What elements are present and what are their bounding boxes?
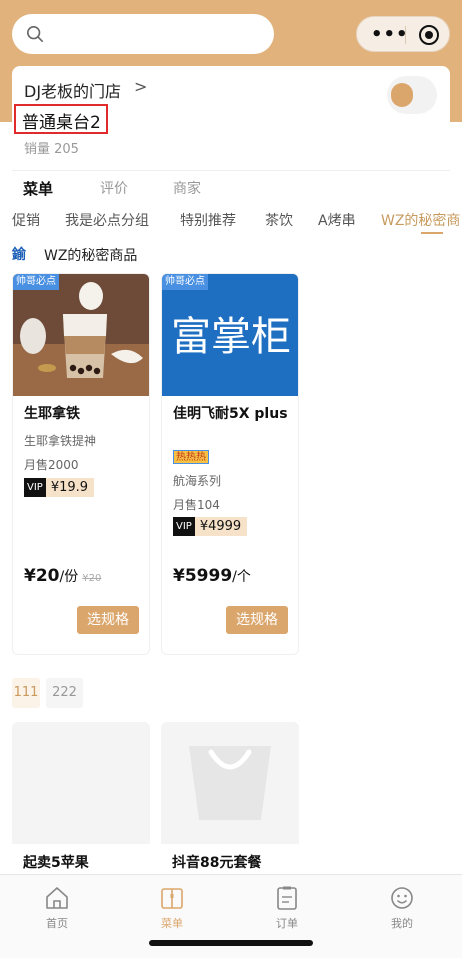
- product-tag: 帅哥必点: [13, 274, 59, 290]
- category-promo[interactable]: 促销: [12, 210, 40, 230]
- product-series: 航海系列: [173, 474, 222, 488]
- price-unit: /份: [59, 569, 79, 585]
- tabbar-profile[interactable]: 我的: [372, 885, 432, 935]
- table-name: 普通桌台2: [22, 113, 101, 133]
- select-spec-button[interactable]: 选规格: [226, 606, 288, 634]
- shopping-bag-icon: [161, 722, 299, 844]
- product-price: ¥20/份 ¥20: [24, 566, 101, 586]
- price-value: ¥20: [24, 566, 60, 586]
- home-indicator: [149, 940, 313, 946]
- product-image: 富掌柜: [162, 274, 298, 396]
- search-input[interactable]: [12, 14, 274, 54]
- tabbar-label: 菜单: [161, 917, 183, 930]
- product-card[interactable]: 帅哥必点 生耶拿铁 生耶拿铁提神 月售2000 VIP ¥19.9 ¥20/份 ¥…: [12, 273, 150, 655]
- product-card[interactable]: 起卖5苹果: [12, 722, 150, 874]
- tabbar-orders[interactable]: 订单: [257, 885, 317, 935]
- product-image-placeholder: [12, 722, 150, 844]
- shop-name[interactable]: DJ老板的门店: [24, 78, 121, 102]
- vip-price-value: ¥19.9: [45, 478, 95, 497]
- product-image-text: 富掌柜: [171, 314, 291, 360]
- category-special[interactable]: 特别推荐: [180, 210, 236, 230]
- menu-book-icon: [161, 888, 183, 909]
- hot-badge: 热热热: [173, 450, 209, 464]
- shop-info-card: DJ老板的门店 > 普通桌台2 销量 205: [12, 66, 450, 170]
- product-price: ¥5999/个: [173, 566, 251, 586]
- product-name: 佳明飞耐5X plus: [173, 406, 288, 422]
- vip-price: VIP ¥19.9: [24, 478, 95, 497]
- category-must-order[interactable]: 我是必点分组: [65, 210, 149, 230]
- toggle-knob: [391, 83, 413, 107]
- tabbar-home[interactable]: 首页: [27, 885, 87, 935]
- original-price: ¥20: [82, 573, 102, 584]
- product-card[interactable]: 抖音88元套餐: [161, 722, 299, 874]
- subcategory-222[interactable]: 222: [46, 678, 83, 708]
- category-tea[interactable]: 茶饮: [265, 210, 293, 230]
- vip-price: VIP ¥4999: [173, 517, 248, 536]
- tabbar-label: 订单: [276, 917, 298, 930]
- divider: [12, 170, 450, 171]
- chevron-right-icon[interactable]: >: [134, 77, 147, 96]
- price-value: ¥5999: [173, 566, 233, 586]
- search-icon: [26, 25, 44, 43]
- tab-reviews[interactable]: 评价: [100, 178, 128, 198]
- product-image: [13, 274, 149, 396]
- category-wz-secret[interactable]: WZ的秘密商: [381, 210, 460, 230]
- tab-menu[interactable]: 菜单: [23, 178, 53, 199]
- vip-price-value: ¥4999: [194, 517, 248, 536]
- tab-merchant[interactable]: 商家: [173, 178, 201, 198]
- section-title: WZ的秘密商品: [44, 248, 138, 264]
- vip-label: VIP: [173, 517, 195, 536]
- tabbar-label: 我的: [391, 917, 413, 930]
- product-tag: 帅哥必点: [162, 274, 208, 290]
- monthly-sales: 月售2000: [24, 458, 79, 472]
- monthly-sales: 月售104: [173, 498, 220, 512]
- subcategory-111[interactable]: 111: [12, 678, 40, 708]
- home-icon: [46, 887, 68, 909]
- smiley-icon: [391, 887, 413, 909]
- capsule-divider: [405, 26, 406, 44]
- order-list-icon: [277, 886, 297, 910]
- active-category-indicator: [421, 232, 443, 234]
- category-bbq[interactable]: A烤串: [318, 210, 356, 230]
- section-icon: 鍮: [12, 247, 26, 263]
- miniprogram-capsule: •••: [356, 16, 450, 52]
- product-name: 起卖5苹果: [23, 855, 89, 871]
- main-tabs: 菜单 评价 商家: [0, 176, 462, 202]
- vip-label: VIP: [24, 478, 46, 497]
- price-unit: /个: [232, 569, 251, 585]
- category-bar: 促销 我是必点分组 特别推荐 茶饮 A烤串 WZ的秘密商: [0, 206, 462, 236]
- sales-count: 销量 205: [24, 142, 79, 157]
- product-name: 抖音88元套餐: [172, 855, 262, 871]
- product-subtitle: 生耶拿铁提神: [24, 434, 97, 448]
- product-name: 生耶拿铁: [24, 406, 80, 422]
- tabbar-label: 首页: [46, 917, 68, 930]
- more-options-icon[interactable]: •••: [371, 24, 409, 45]
- close-miniprogram-icon[interactable]: [419, 25, 439, 45]
- select-spec-button[interactable]: 选规格: [77, 606, 139, 634]
- product-card[interactable]: 富掌柜 帅哥必点 佳明飞耐5X plus 热热热 航海系列 月售104 VIP …: [161, 273, 299, 655]
- tabbar-menu[interactable]: 菜单: [142, 885, 202, 935]
- mode-toggle[interactable]: [387, 76, 437, 114]
